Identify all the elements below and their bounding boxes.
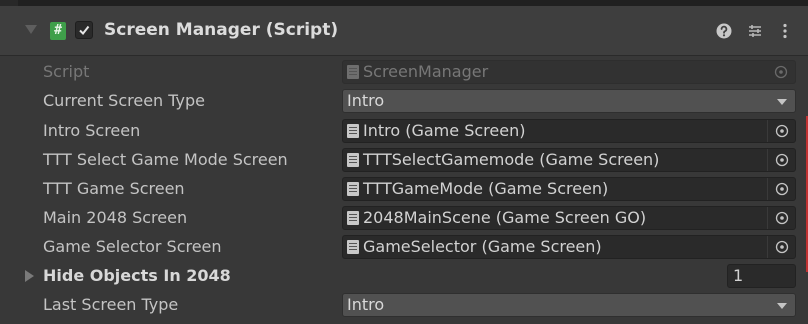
kebab-menu-icon[interactable] [776, 22, 794, 40]
main-2048-screen-field[interactable]: 2048MainScene (Game Screen GO) [342, 206, 796, 230]
row-ttt-game-screen: TTT Game Screen TTTGameMode (Game Screen… [0, 174, 808, 203]
object-picker-icon [775, 153, 789, 167]
object-picker-icon [774, 65, 788, 79]
ttt-select-game-mode-field[interactable]: TTTSelectGamemode (Game Screen) [342, 148, 796, 172]
hide-objects-size-value: 1 [733, 266, 744, 285]
help-icon[interactable] [715, 22, 733, 40]
foldout-collapsed-icon[interactable] [25, 270, 34, 282]
script-label: Script [43, 62, 90, 81]
game-selector-screen-label: Game Selector Screen [43, 237, 222, 256]
ttt-game-screen-value: TTTGameMode (Game Screen) [363, 179, 609, 198]
script-file-icon [347, 124, 359, 138]
row-hide-objects-in-2048[interactable]: Hide Objects In 2048 1 [0, 261, 808, 290]
intro-screen-value: Intro (Game Screen) [363, 121, 526, 140]
script-value: ScreenManager [363, 62, 489, 81]
inspector-panel: # Screen Manager (Script) Script ScreenM… [0, 0, 808, 324]
presets-icon[interactable] [746, 22, 764, 40]
dropdown-caret-icon [777, 303, 787, 309]
row-script: Script ScreenManager [0, 57, 808, 86]
object-picker-icon [775, 182, 789, 196]
row-last-screen-type: Last Screen Type Intro [0, 290, 808, 319]
dropdown-caret-icon [777, 99, 787, 105]
last-screen-type-label: Last Screen Type [43, 295, 179, 314]
ttt-select-game-mode-picker[interactable] [767, 149, 795, 171]
script-picker [767, 61, 795, 83]
row-intro-screen: Intro Screen Intro (Game Screen) [0, 116, 808, 145]
hide-objects-size-field[interactable]: 1 [727, 264, 796, 288]
script-field: ScreenManager [342, 60, 796, 84]
last-screen-type-dropdown[interactable]: Intro [342, 293, 796, 317]
main-2048-screen-label: Main 2048 Screen [43, 208, 188, 227]
row-game-selector-screen: Game Selector Screen GameSelector (Game … [0, 232, 808, 261]
intro-screen-field[interactable]: Intro (Game Screen) [342, 119, 796, 143]
script-file-icon [347, 153, 359, 167]
game-selector-screen-picker[interactable] [767, 236, 795, 258]
object-picker-icon [775, 124, 789, 138]
csharp-script-icon: # [50, 22, 66, 40]
component-enabled-checkbox[interactable] [75, 21, 93, 39]
ttt-select-game-mode-value: TTTSelectGamemode (Game Screen) [363, 150, 660, 169]
script-file-icon [347, 211, 359, 225]
script-file-icon [347, 65, 359, 79]
hide-objects-label: Hide Objects In 2048 [43, 266, 231, 285]
foldout-expanded-icon[interactable] [25, 25, 37, 34]
intro-screen-picker[interactable] [767, 120, 795, 142]
game-selector-screen-field[interactable]: GameSelector (Game Screen) [342, 235, 796, 259]
object-picker-icon [775, 240, 789, 254]
main-2048-screen-value: 2048MainScene (Game Screen GO) [363, 208, 647, 227]
intro-screen-label: Intro Screen [43, 121, 141, 140]
component-header[interactable]: # Screen Manager (Script) [0, 6, 808, 56]
script-file-icon [347, 240, 359, 254]
ttt-game-screen-picker[interactable] [767, 178, 795, 200]
current-screen-type-label: Current Screen Type [43, 91, 206, 110]
checkmark-icon [79, 25, 90, 36]
main-2048-screen-picker[interactable] [767, 207, 795, 229]
row-main-2048-screen: Main 2048 Screen 2048MainScene (Game Scr… [0, 203, 808, 232]
current-screen-type-value: Intro [347, 91, 385, 110]
object-picker-icon [775, 211, 789, 225]
current-screen-type-dropdown[interactable]: Intro [342, 89, 796, 113]
game-selector-screen-value: GameSelector (Game Screen) [363, 237, 602, 256]
component-title: Screen Manager (Script) [104, 20, 339, 40]
ttt-game-screen-label: TTT Game Screen [43, 179, 185, 198]
script-file-icon [347, 182, 359, 196]
last-screen-type-value: Intro [347, 295, 385, 314]
row-current-screen-type: Current Screen Type Intro [0, 86, 808, 115]
ttt-select-game-mode-label: TTT Select Game Mode Screen [43, 150, 288, 169]
ttt-game-screen-field[interactable]: TTTGameMode (Game Screen) [342, 177, 796, 201]
row-ttt-select-game-mode-screen: TTT Select Game Mode Screen TTTSelectGam… [0, 145, 808, 174]
